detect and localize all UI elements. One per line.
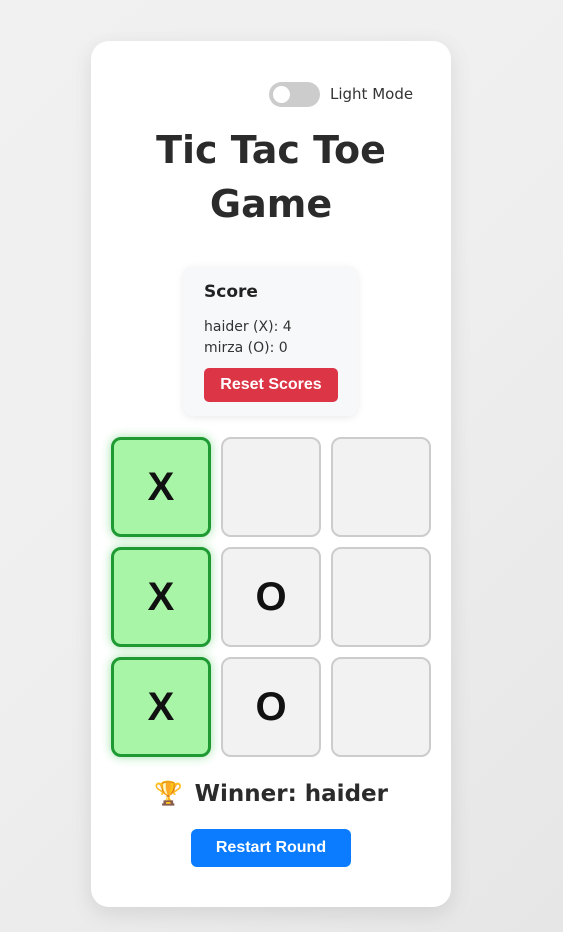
restart-round-button[interactable]: Restart Round xyxy=(191,829,351,867)
title-line-2: Game xyxy=(209,182,333,226)
toggle-knob xyxy=(273,85,290,103)
title-line-1: Tic Tac Toe xyxy=(156,128,386,172)
toggle-switch[interactable] xyxy=(269,81,320,107)
player-x-score: haider (X): 4 xyxy=(204,319,292,335)
game-card: Light Mode Tic Tac Toe Game Score haider… xyxy=(91,41,451,907)
board-cell-5[interactable]: O xyxy=(221,547,321,647)
board-cell-9[interactable] xyxy=(331,657,431,757)
board-cell-8[interactable]: O xyxy=(221,657,321,757)
theme-toggle[interactable]: Light Mode xyxy=(269,81,413,107)
board-cell-4[interactable]: X xyxy=(111,547,211,647)
reset-scores-button[interactable]: Reset Scores xyxy=(204,368,338,402)
score-panel: Score haider (X): 4 mirza (O): 0 Reset S… xyxy=(183,266,358,416)
page-title: Tic Tac Toe Game xyxy=(91,123,451,231)
player-o-score: mirza (O): 0 xyxy=(204,340,288,356)
board-cell-7[interactable]: X xyxy=(111,657,211,757)
score-heading: Score xyxy=(204,282,258,302)
board-cell-2[interactable] xyxy=(221,437,321,537)
board-cell-3[interactable] xyxy=(331,437,431,537)
winner-status: 🏆 Winner: haider xyxy=(91,780,451,807)
board-cell-1[interactable]: X xyxy=(111,437,211,537)
game-board: X X O X O xyxy=(111,437,431,757)
winner-text: Winner: haider xyxy=(194,781,388,807)
theme-toggle-label: Light Mode xyxy=(330,85,414,103)
trophy-icon: 🏆 xyxy=(154,781,183,807)
board-cell-6[interactable] xyxy=(331,547,431,647)
